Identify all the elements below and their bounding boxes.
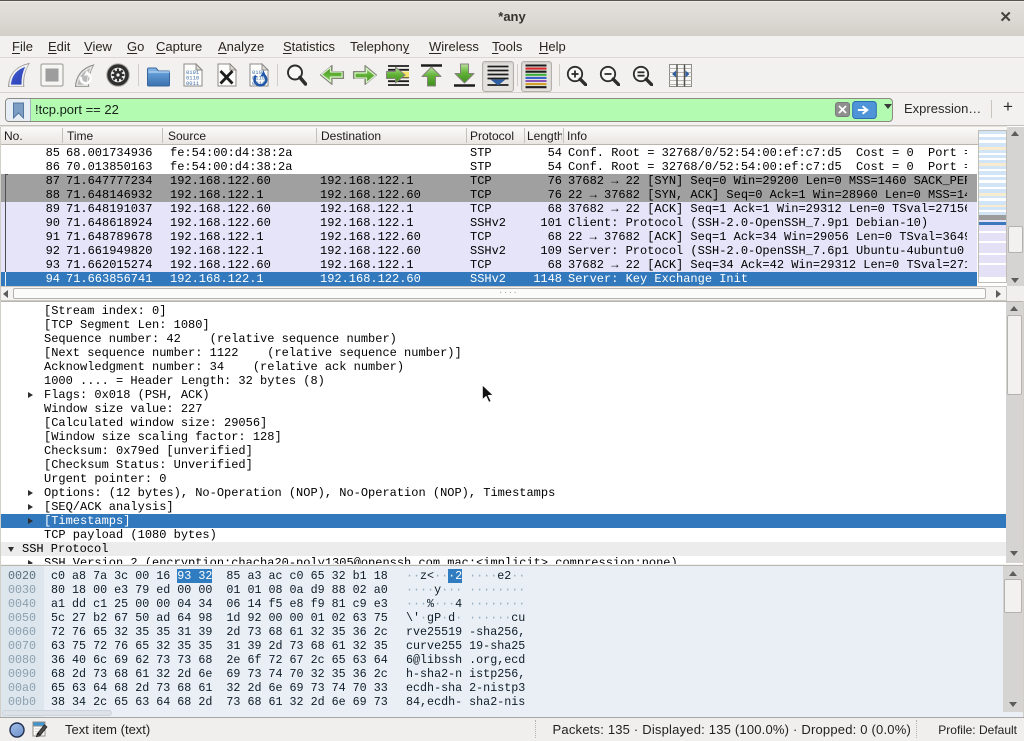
svg-text:0011: 0011 xyxy=(186,80,200,87)
